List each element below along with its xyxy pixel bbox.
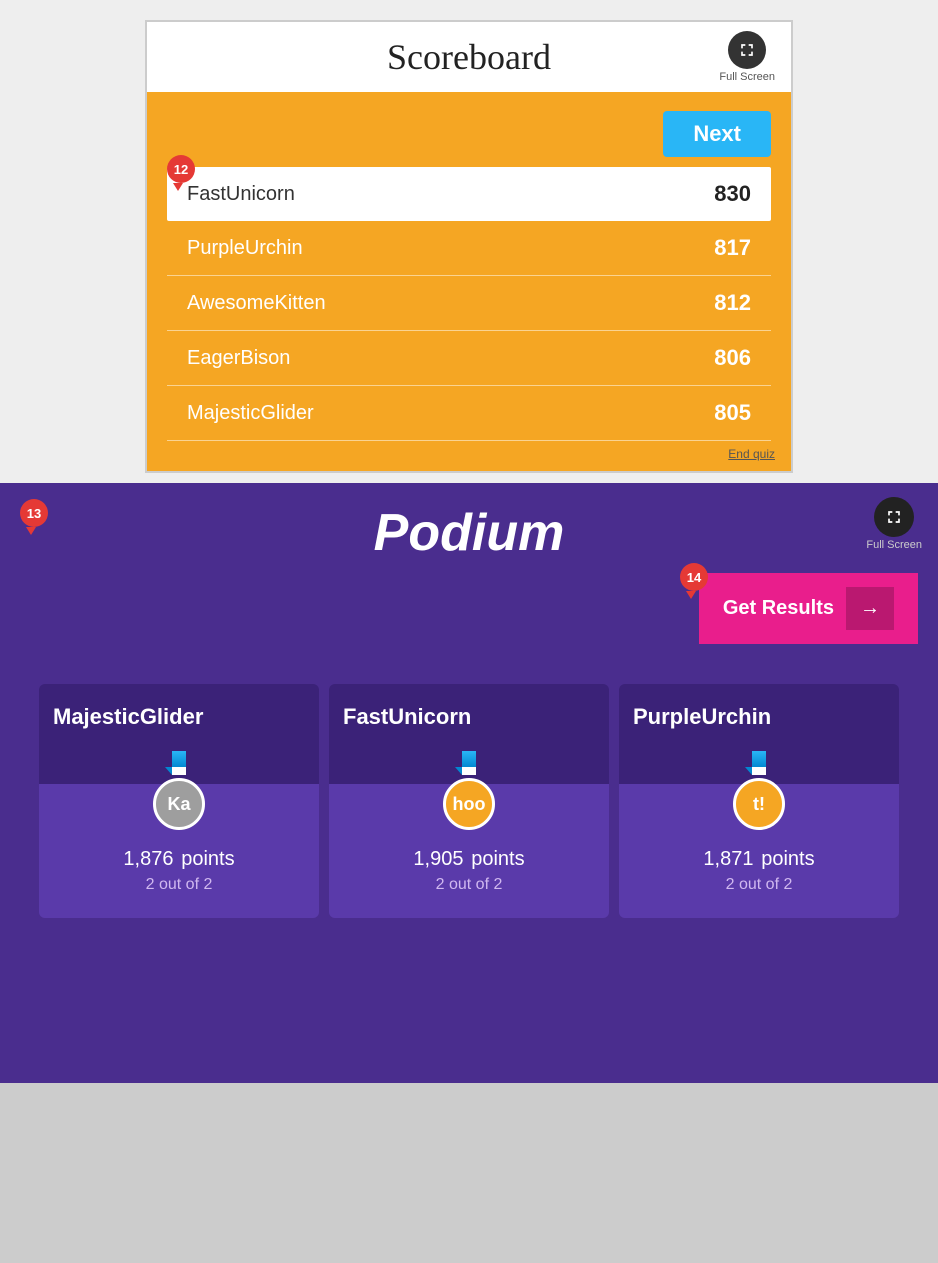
podium-card-score-3: t! 1,871 points 2 out of 2 bbox=[619, 784, 899, 918]
podium-header: 13 Podium Full Screen bbox=[0, 483, 938, 573]
score-row-1: FastUnicorn 830 bbox=[167, 167, 771, 221]
score-name-1: FastUnicorn bbox=[187, 183, 295, 206]
get-results-button[interactable]: Get Results → bbox=[699, 573, 918, 644]
score-value-2: 817 bbox=[714, 235, 751, 261]
fullscreen-label-top: Full Screen bbox=[719, 71, 775, 83]
get-results-arrow-icon: → bbox=[846, 587, 894, 630]
score-name-2: PurpleUrchin bbox=[187, 237, 303, 260]
score-value-1: 830 bbox=[714, 181, 751, 207]
medal-ribbon-1 bbox=[172, 751, 186, 767]
score-row-5: MajesticGlider 805 bbox=[167, 386, 771, 441]
expand-icon-podium bbox=[884, 507, 904, 527]
podium-title: Podium bbox=[374, 503, 565, 563]
medal-ribbon-2 bbox=[462, 751, 476, 767]
podium-points-2: 1,905 points bbox=[413, 840, 524, 872]
fullscreen-button-podium[interactable]: Full Screen bbox=[866, 497, 922, 551]
podium-card-score-2: hoo 1,905 points 2 out of 2 bbox=[329, 784, 609, 918]
score-value-4: 806 bbox=[714, 345, 751, 371]
scoreboard-title: Scoreboard bbox=[387, 36, 551, 78]
score-row-4: EagerBison 806 bbox=[167, 331, 771, 386]
medal-ribbon-3 bbox=[752, 751, 766, 767]
badge-14: 14 bbox=[680, 563, 708, 591]
score-name-5: MajesticGlider bbox=[187, 402, 314, 425]
podium-card-3: PurpleUrchin t! 1,871 points 2 out of 2 bbox=[619, 684, 899, 918]
fullscreen-label-podium: Full Screen bbox=[866, 539, 922, 551]
next-button[interactable]: Next bbox=[663, 111, 771, 157]
podium-cards: MajesticGlider Ka 1,876 points 2 out of … bbox=[0, 664, 938, 918]
score-row-2: PurpleUrchin 817 bbox=[167, 221, 771, 276]
podium-card-score-1: Ka 1,876 points 2 out of 2 bbox=[39, 784, 319, 918]
podium-card-1: MajesticGlider Ka 1,876 points 2 out of … bbox=[39, 684, 319, 918]
scoreboard-header: Scoreboard Full Screen bbox=[147, 22, 791, 95]
scoreboard-list: FastUnicorn 830 PurpleUrchin 817 Awesome… bbox=[167, 167, 771, 441]
podium-avatar-2: hoo bbox=[443, 778, 495, 830]
scoreboard-body: 12 Next FastUnicorn 830 PurpleUrchin 817… bbox=[147, 95, 791, 471]
get-results-label: Get Results bbox=[723, 597, 834, 620]
score-value-5: 805 bbox=[714, 400, 751, 426]
podium-card-2: FastUnicorn hoo 1,905 points 2 out of 2 bbox=[329, 684, 609, 918]
podium-points-3: 1,871 points bbox=[703, 840, 814, 872]
score-value-3: 812 bbox=[714, 290, 751, 316]
end-quiz-link[interactable]: End quiz bbox=[728, 447, 775, 461]
get-results-row: 14 Get Results → bbox=[0, 573, 938, 664]
score-row-3: AwesomeKitten 812 bbox=[167, 276, 771, 331]
score-name-4: EagerBison bbox=[187, 347, 290, 370]
fullscreen-icon-top bbox=[728, 31, 766, 69]
badge-12: 12 bbox=[167, 155, 195, 183]
expand-icon bbox=[737, 40, 757, 60]
fullscreen-button-top[interactable]: Full Screen bbox=[719, 31, 775, 83]
score-name-3: AwesomeKitten bbox=[187, 292, 326, 315]
scoreboard-section: Scoreboard Full Screen 12 Next FastUnico… bbox=[0, 0, 938, 483]
badge-13: 13 bbox=[20, 499, 48, 527]
podium-out-of-3: 2 out of 2 bbox=[726, 876, 793, 894]
podium-out-of-1: 2 out of 2 bbox=[146, 876, 213, 894]
podium-out-of-2: 2 out of 2 bbox=[436, 876, 503, 894]
podium-points-1: 1,876 points bbox=[123, 840, 234, 872]
podium-avatar-1: Ka bbox=[153, 778, 205, 830]
fullscreen-icon-podium bbox=[874, 497, 914, 537]
scoreboard-card: Scoreboard Full Screen 12 Next FastUnico… bbox=[145, 20, 793, 473]
podium-avatar-3: t! bbox=[733, 778, 785, 830]
podium-section: 13 Podium Full Screen 14 Get Results → M… bbox=[0, 483, 938, 1083]
